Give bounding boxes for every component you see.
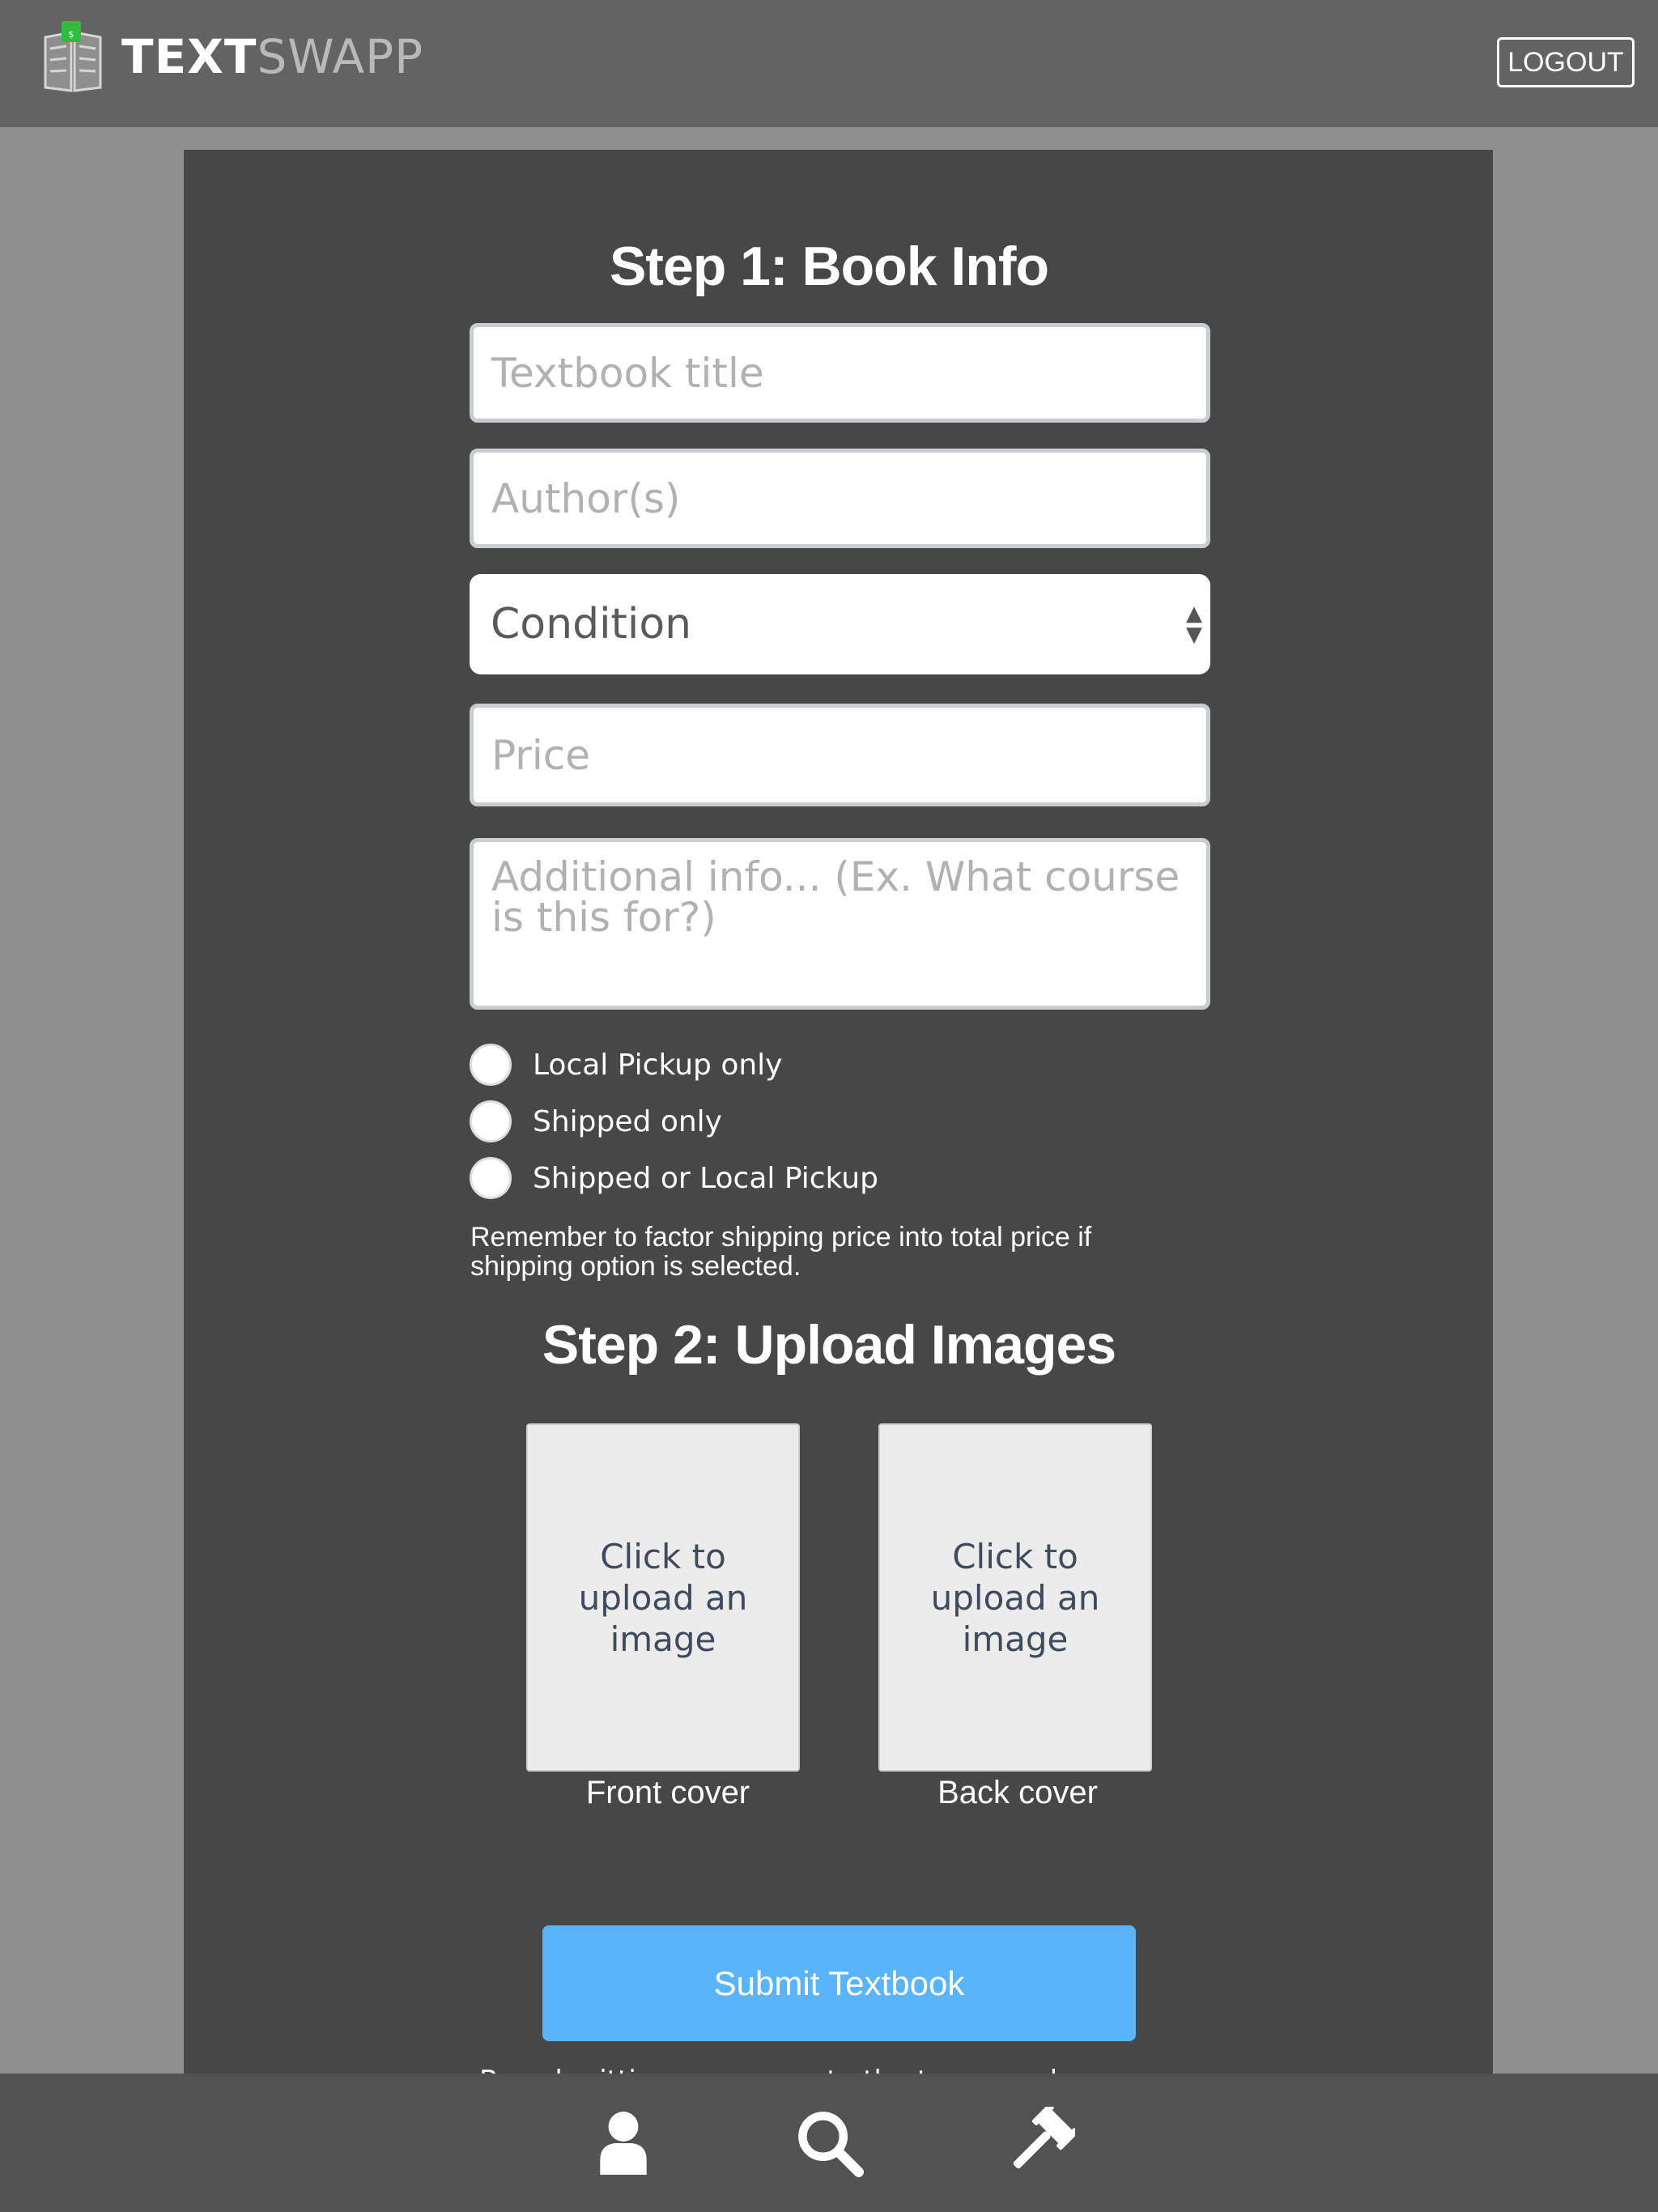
logo[interactable]: $ TEXTSWAPP bbox=[42, 16, 423, 97]
upload-prompt: Click to upload an image bbox=[930, 1536, 1100, 1659]
radio-local-pickup[interactable]: Local Pickup only bbox=[470, 1042, 782, 1087]
radio-label: Shipped only bbox=[533, 1104, 722, 1138]
back-cover-upload[interactable]: Click to upload an image bbox=[878, 1423, 1152, 1772]
radio-shipped-or-pickup[interactable]: Shipped or Local Pickup bbox=[470, 1155, 878, 1201]
user-icon[interactable] bbox=[585, 2105, 661, 2181]
radio-shipped-only[interactable]: Shipped only bbox=[470, 1099, 722, 1144]
author-input[interactable]: Author(s) bbox=[470, 449, 1210, 548]
top-bar: $ TEXTSWAPP LOGOUT bbox=[0, 0, 1658, 127]
upload-prompt: Click to upload an image bbox=[578, 1536, 748, 1659]
condition-select[interactable]: Condition ▲ ▼ bbox=[470, 574, 1210, 674]
submit-textbook-button[interactable]: Submit Textbook bbox=[542, 1925, 1136, 2041]
radio-button[interactable] bbox=[470, 1044, 512, 1086]
logout-button[interactable]: LOGOUT bbox=[1497, 37, 1635, 87]
svg-text:$: $ bbox=[69, 29, 74, 40]
step1-heading: Step 1: Book Info bbox=[609, 236, 1049, 297]
radio-label: Shipped or Local Pickup bbox=[533, 1161, 878, 1195]
front-cover-upload[interactable]: Click to upload an image bbox=[526, 1423, 800, 1772]
price-input[interactable]: Price bbox=[470, 704, 1210, 806]
gavel-icon[interactable] bbox=[1001, 2105, 1077, 2181]
search-icon[interactable] bbox=[792, 2105, 868, 2181]
step2-heading: Step 2: Upload Images bbox=[542, 1314, 1116, 1376]
select-arrows-icon: ▲ ▼ bbox=[1186, 602, 1202, 647]
back-cover-caption: Back cover bbox=[937, 1775, 1098, 1810]
additional-info-textarea[interactable]: Additional info... (Ex. What course is t… bbox=[470, 838, 1210, 1010]
textbook-title-input[interactable]: Textbook title bbox=[470, 323, 1210, 423]
radio-button[interactable] bbox=[470, 1157, 512, 1199]
radio-button[interactable] bbox=[470, 1100, 512, 1142]
book-logo-icon: $ bbox=[44, 21, 102, 92]
radio-label: Local Pickup only bbox=[533, 1048, 783, 1082]
condition-select-label: Condition bbox=[491, 600, 692, 649]
logo-text: TEXTSWAPP bbox=[121, 29, 424, 84]
shipping-note: Remember to factor shipping price into t… bbox=[470, 1222, 1092, 1282]
front-cover-caption: Front cover bbox=[585, 1775, 750, 1810]
